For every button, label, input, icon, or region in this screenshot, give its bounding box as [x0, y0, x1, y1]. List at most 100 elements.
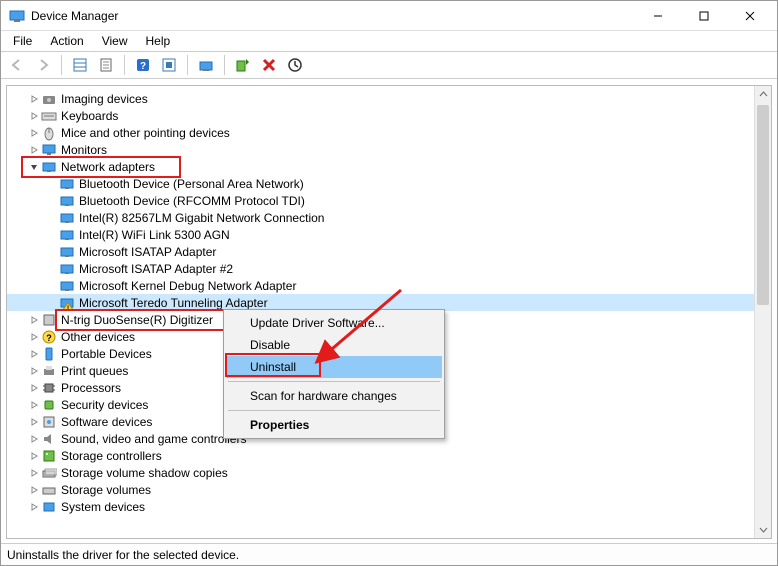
- storage-icon: [41, 448, 57, 464]
- action-center-button[interactable]: [157, 53, 181, 77]
- tree-item-label: Bluetooth Device (Personal Area Network): [79, 177, 310, 191]
- forward-button[interactable]: [31, 53, 55, 77]
- system-icon: [41, 499, 57, 515]
- nic-icon: [59, 244, 75, 260]
- context-menu-item[interactable]: Properties: [226, 414, 442, 436]
- svg-text:?: ?: [140, 61, 146, 72]
- vertical-scrollbar[interactable]: [754, 86, 771, 538]
- help-button[interactable]: ?: [131, 53, 155, 77]
- expand-toggle[interactable]: [27, 315, 41, 325]
- tree-item[interactable]: Microsoft Kernel Debug Network Adapter: [7, 277, 754, 294]
- nic-icon: [41, 159, 57, 175]
- tree-item[interactable]: Storage volumes: [7, 481, 754, 498]
- minimize-button[interactable]: [635, 1, 681, 31]
- update-driver-button[interactable]: [194, 53, 218, 77]
- nic-icon: [59, 278, 75, 294]
- context-menu: Update Driver Software...DisableUninstal…: [223, 309, 445, 439]
- context-menu-item[interactable]: Update Driver Software...: [226, 312, 442, 334]
- expand-toggle[interactable]: [27, 383, 41, 393]
- context-menu-item[interactable]: Uninstall: [226, 356, 442, 378]
- status-text: Uninstalls the driver for the selected d…: [7, 548, 239, 562]
- menu-separator: [228, 381, 440, 382]
- tree-item-label: Software devices: [61, 415, 158, 429]
- expand-toggle[interactable]: [27, 349, 41, 359]
- tree-item[interactable]: Keyboards: [7, 107, 754, 124]
- tree-item[interactable]: Mice and other pointing devices: [7, 124, 754, 141]
- tree-item[interactable]: Imaging devices: [7, 90, 754, 107]
- scroll-up-icon[interactable]: [755, 86, 771, 103]
- properties-sheet-button[interactable]: [94, 53, 118, 77]
- context-menu-item[interactable]: Scan for hardware changes: [226, 385, 442, 407]
- tree-item-label: Intel(R) 82567LM Gigabit Network Connect…: [79, 211, 330, 225]
- expand-toggle[interactable]: [27, 332, 41, 342]
- tree-item-label: Print queues: [61, 364, 134, 378]
- svg-text:?: ?: [46, 333, 52, 343]
- software-icon: [41, 414, 57, 430]
- tree-item[interactable]: Monitors: [7, 141, 754, 158]
- enable-button[interactable]: [231, 53, 255, 77]
- tree-item-label: Microsoft ISATAP Adapter: [79, 245, 222, 259]
- expand-toggle[interactable]: [27, 111, 41, 121]
- expand-toggle[interactable]: [27, 502, 41, 512]
- expand-toggle[interactable]: [27, 485, 41, 495]
- show-hide-tree-button[interactable]: [68, 53, 92, 77]
- app-icon: [9, 8, 25, 24]
- nic-icon: [59, 261, 75, 277]
- menubar: File Action View Help: [1, 31, 777, 51]
- unknown-icon: ?: [41, 329, 57, 345]
- tree-item-label: Processors: [61, 381, 127, 395]
- svg-text:!: !: [67, 305, 69, 311]
- tree-item[interactable]: Storage volume shadow copies: [7, 464, 754, 481]
- audio-icon: [41, 431, 57, 447]
- tree-item[interactable]: System devices: [7, 498, 754, 515]
- expand-toggle[interactable]: [27, 451, 41, 461]
- expand-toggle[interactable]: [27, 162, 41, 172]
- scroll-track[interactable]: [755, 103, 771, 521]
- tree-item[interactable]: Microsoft ISATAP Adapter: [7, 243, 754, 260]
- expand-toggle[interactable]: [27, 417, 41, 427]
- menu-file[interactable]: File: [5, 33, 40, 49]
- tree-item-label: Security devices: [61, 398, 154, 412]
- tree-item-label: Portable Devices: [61, 347, 158, 361]
- maximize-button[interactable]: [681, 1, 727, 31]
- expand-toggle[interactable]: [27, 366, 41, 376]
- uninstall-button[interactable]: [257, 53, 281, 77]
- expand-toggle[interactable]: [27, 468, 41, 478]
- tree-item[interactable]: Intel(R) 82567LM Gigabit Network Connect…: [7, 209, 754, 226]
- menu-help[interactable]: Help: [138, 33, 179, 49]
- tree-item[interactable]: Bluetooth Device (RFCOMM Protocol TDI): [7, 192, 754, 209]
- tree-item-label: Other devices: [61, 330, 141, 344]
- mouse-icon: [41, 125, 57, 141]
- expand-toggle[interactable]: [27, 434, 41, 444]
- nic-icon: [59, 227, 75, 243]
- keyboard-icon: [41, 108, 57, 124]
- expand-toggle[interactable]: [27, 128, 41, 138]
- context-menu-item[interactable]: Disable: [226, 334, 442, 356]
- monitor-icon: [41, 142, 57, 158]
- security-icon: [41, 397, 57, 413]
- tree-item-label: Microsoft ISATAP Adapter #2: [79, 262, 239, 276]
- toolbar: ?: [1, 51, 777, 79]
- expand-toggle[interactable]: [27, 400, 41, 410]
- printer-icon: [41, 363, 57, 379]
- tree-item[interactable]: Microsoft ISATAP Adapter #2: [7, 260, 754, 277]
- tree-item-label: Keyboards: [61, 109, 124, 123]
- expand-toggle[interactable]: [27, 94, 41, 104]
- scroll-down-icon[interactable]: [755, 521, 771, 538]
- scan-hardware-button[interactable]: [283, 53, 307, 77]
- back-button[interactable]: [5, 53, 29, 77]
- tree-item-label: N-trig DuoSense(R) Digitizer: [61, 313, 219, 327]
- tree-item[interactable]: Storage controllers: [7, 447, 754, 464]
- menu-view[interactable]: View: [94, 33, 136, 49]
- tree-item[interactable]: Bluetooth Device (Personal Area Network): [7, 175, 754, 192]
- tree-item-label: Mice and other pointing devices: [61, 126, 236, 140]
- tree-item-label: Intel(R) WiFi Link 5300 AGN: [79, 228, 236, 242]
- close-button[interactable]: [727, 1, 773, 31]
- tree-item-label: System devices: [61, 500, 151, 514]
- scroll-thumb[interactable]: [757, 105, 769, 305]
- tree-item[interactable]: Intel(R) WiFi Link 5300 AGN: [7, 226, 754, 243]
- expand-toggle[interactable]: [27, 145, 41, 155]
- menu-action[interactable]: Action: [42, 33, 91, 49]
- tree-item-label: Storage controllers: [61, 449, 168, 463]
- tree-item[interactable]: Network adapters: [7, 158, 754, 175]
